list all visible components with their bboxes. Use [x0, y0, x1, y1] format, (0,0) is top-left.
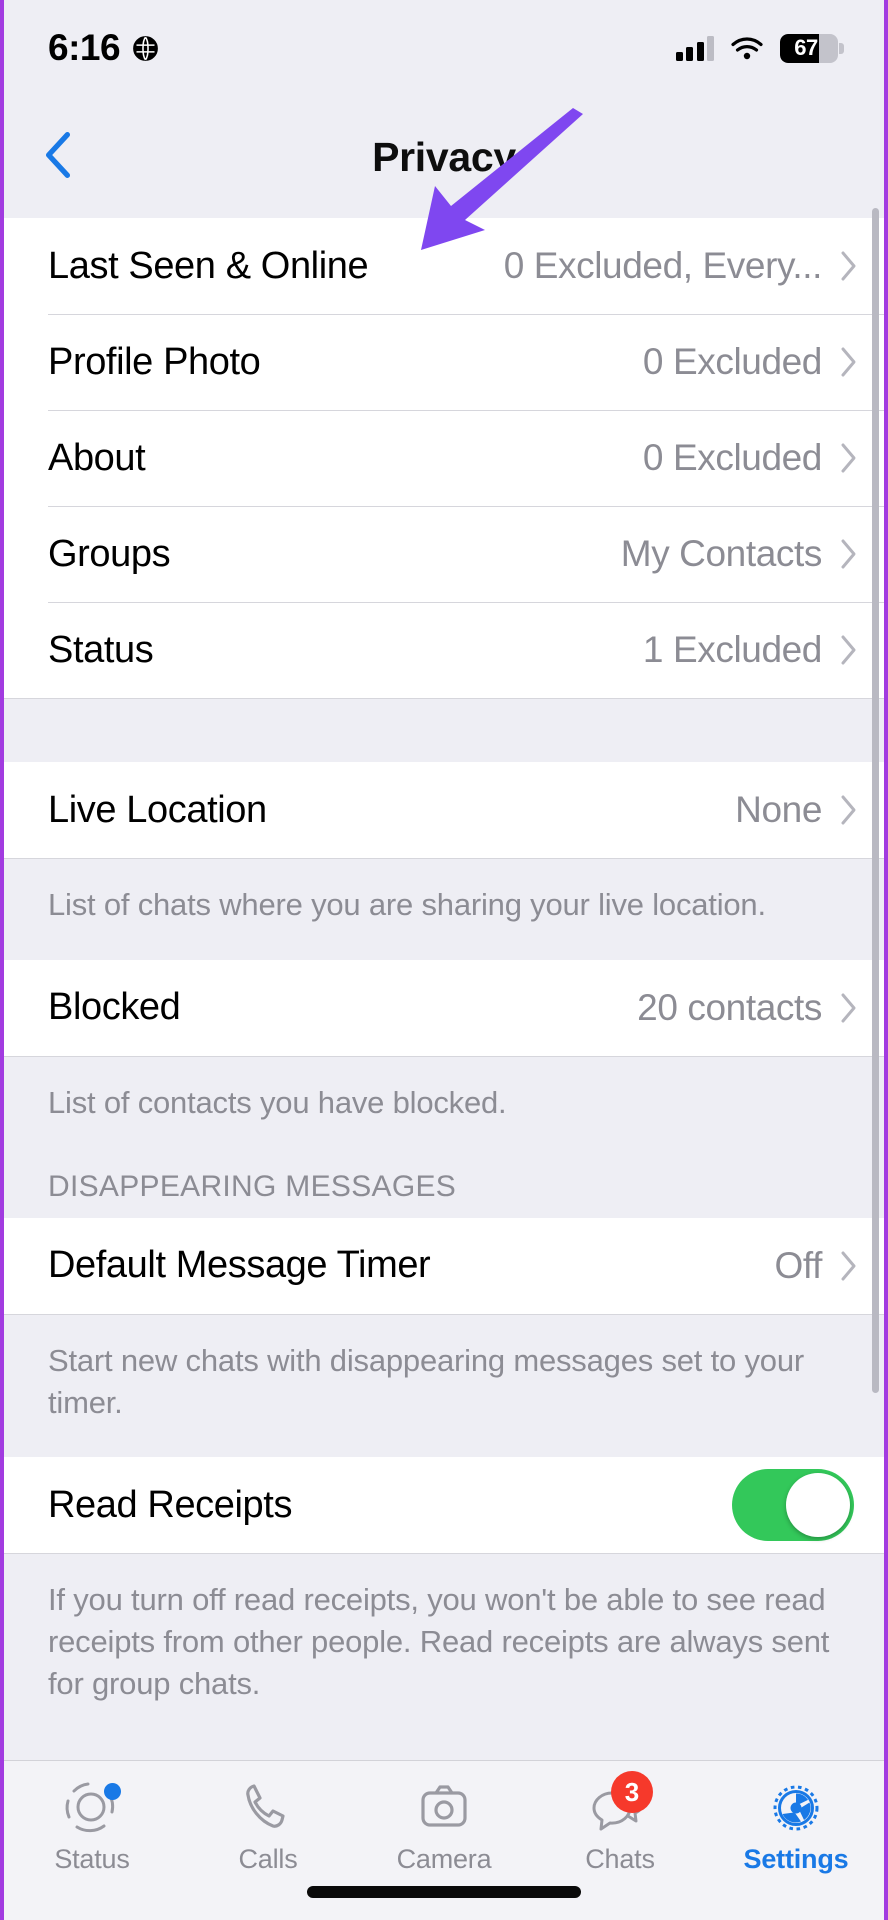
disappearing-messages-group: Default Message Timer Off [4, 1217, 884, 1314]
row-accessory: 1 Excluded [643, 629, 858, 671]
row-label: Profile Photo [48, 340, 261, 383]
chevron-right-icon [838, 441, 858, 475]
list-item-groups[interactable]: Groups My Contacts [4, 506, 884, 602]
list-item-read-receipts: Read Receipts [4, 1457, 884, 1554]
read-receipts-group: Read Receipts [4, 1457, 884, 1554]
row-label: Groups [48, 532, 171, 575]
row-label: Default Message Timer [48, 1244, 431, 1287]
blocked-footnote: List of contacts you have blocked. [4, 1055, 884, 1158]
list-item-about[interactable]: About 0 Excluded [4, 410, 884, 506]
toggle-knob [786, 1473, 850, 1538]
back-button[interactable] [26, 125, 90, 189]
tab-status[interactable]: Status [4, 1779, 180, 1875]
tab-label: Status [54, 1844, 130, 1874]
row-accessory: 0 Excluded [643, 437, 858, 479]
tab-settings[interactable]: Settings [708, 1779, 884, 1875]
row-label: Read Receipts [48, 1483, 293, 1526]
chevron-right-icon [838, 537, 858, 571]
list-item-status[interactable]: Status 1 Excluded [4, 602, 884, 698]
status-bar: 6:16 67 [4, 0, 884, 96]
row-accessory: None [735, 789, 858, 831]
chevron-right-icon [838, 345, 858, 379]
status-bar-right: 67 [675, 33, 844, 63]
navigation-bar: Privacy [4, 96, 884, 218]
list-item-last-seen[interactable]: Last Seen & Online 0 Excluded, Every... [4, 218, 884, 314]
chat-bubbles-icon: 3 [589, 1771, 653, 1837]
status-bar-left: 6:16 [48, 27, 159, 69]
status-rings-icon [61, 1779, 123, 1837]
wifi-icon [730, 35, 764, 61]
tab-bar: Status Calls Camera 3 Chats Settings [4, 1760, 884, 1920]
globe-icon [132, 35, 159, 62]
read-receipts-toggle[interactable] [732, 1469, 854, 1542]
phone-screen: 6:16 67 Privacy Last Seen & Online 0 Exc… [0, 0, 888, 1920]
row-label: About [48, 436, 146, 479]
tab-chats[interactable]: 3 Chats [532, 1771, 708, 1875]
chevron-right-icon [838, 633, 858, 667]
row-accessory: 20 contacts [637, 987, 858, 1029]
row-label: Blocked [48, 986, 181, 1029]
row-value: My Contacts [620, 533, 823, 574]
clock: 6:16 [48, 27, 121, 68]
chevron-right-icon [838, 991, 858, 1025]
row-value: 0 Excluded [642, 341, 822, 382]
disappearing-messages-header: DISAPPEARING MESSAGES [4, 1157, 884, 1218]
row-accessory [732, 1469, 858, 1542]
tab-calls[interactable]: Calls [180, 1779, 356, 1875]
tab-label: Settings [743, 1844, 849, 1874]
tab-label: Calls [238, 1844, 298, 1874]
chevron-right-icon [838, 1249, 858, 1283]
row-label: Last Seen & Online [48, 244, 369, 287]
list-item-live-location[interactable]: Live Location None [4, 762, 884, 858]
row-value: Off [774, 1244, 823, 1286]
tab-label: Chats [585, 1844, 655, 1874]
live-location-group: Live Location None [4, 762, 884, 858]
chevron-right-icon [838, 249, 858, 283]
live-location-footnote: List of chats where you are sharing your… [4, 858, 884, 960]
privacy-visibility-group: Last Seen & Online 0 Excluded, Every... … [4, 218, 884, 698]
row-accessory: Off [775, 1245, 858, 1287]
gear-icon [765, 1779, 827, 1837]
row-accessory: 0 Excluded [643, 341, 858, 383]
blocked-group: Blocked 20 contacts [4, 959, 884, 1056]
read-receipts-footnote: If you turn off read receipts, you won't… [4, 1553, 884, 1739]
disappearing-messages-footnote: Start new chats with disappearing messag… [4, 1313, 884, 1458]
row-value: 0 Excluded, Every... [503, 245, 823, 286]
row-value: 0 Excluded [642, 437, 822, 478]
row-accessory: 0 Excluded, Every... [504, 245, 858, 287]
battery-percent: 67 [794, 35, 818, 60]
list-item-blocked[interactable]: Blocked 20 contacts [4, 959, 884, 1056]
tab-label: Camera [396, 1844, 492, 1874]
home-indicator [307, 1886, 581, 1898]
vertical-scrollbar[interactable] [872, 208, 879, 1393]
page-title: Privacy [372, 133, 516, 180]
phone-icon [237, 1779, 299, 1837]
row-value: None [735, 789, 822, 830]
cellular-signal-icon [675, 35, 714, 61]
row-label: Status [48, 628, 154, 671]
list-item-default-message-timer[interactable]: Default Message Timer Off [4, 1217, 884, 1314]
row-label: Live Location [48, 788, 267, 831]
battery-indicator: 67 [780, 33, 844, 63]
row-value: 20 contacts [637, 986, 822, 1028]
section-spacer [4, 698, 884, 762]
row-accessory: My Contacts [621, 533, 858, 575]
chevron-left-icon [41, 130, 75, 185]
status-unread-dot [104, 1783, 121, 1800]
row-value: 1 Excluded [642, 629, 822, 670]
camera-icon [413, 1779, 475, 1837]
tab-camera[interactable]: Camera [356, 1779, 532, 1875]
chats-unread-badge: 3 [611, 1771, 653, 1813]
list-item-profile-photo[interactable]: Profile Photo 0 Excluded [4, 314, 884, 410]
chevron-right-icon [838, 793, 858, 827]
